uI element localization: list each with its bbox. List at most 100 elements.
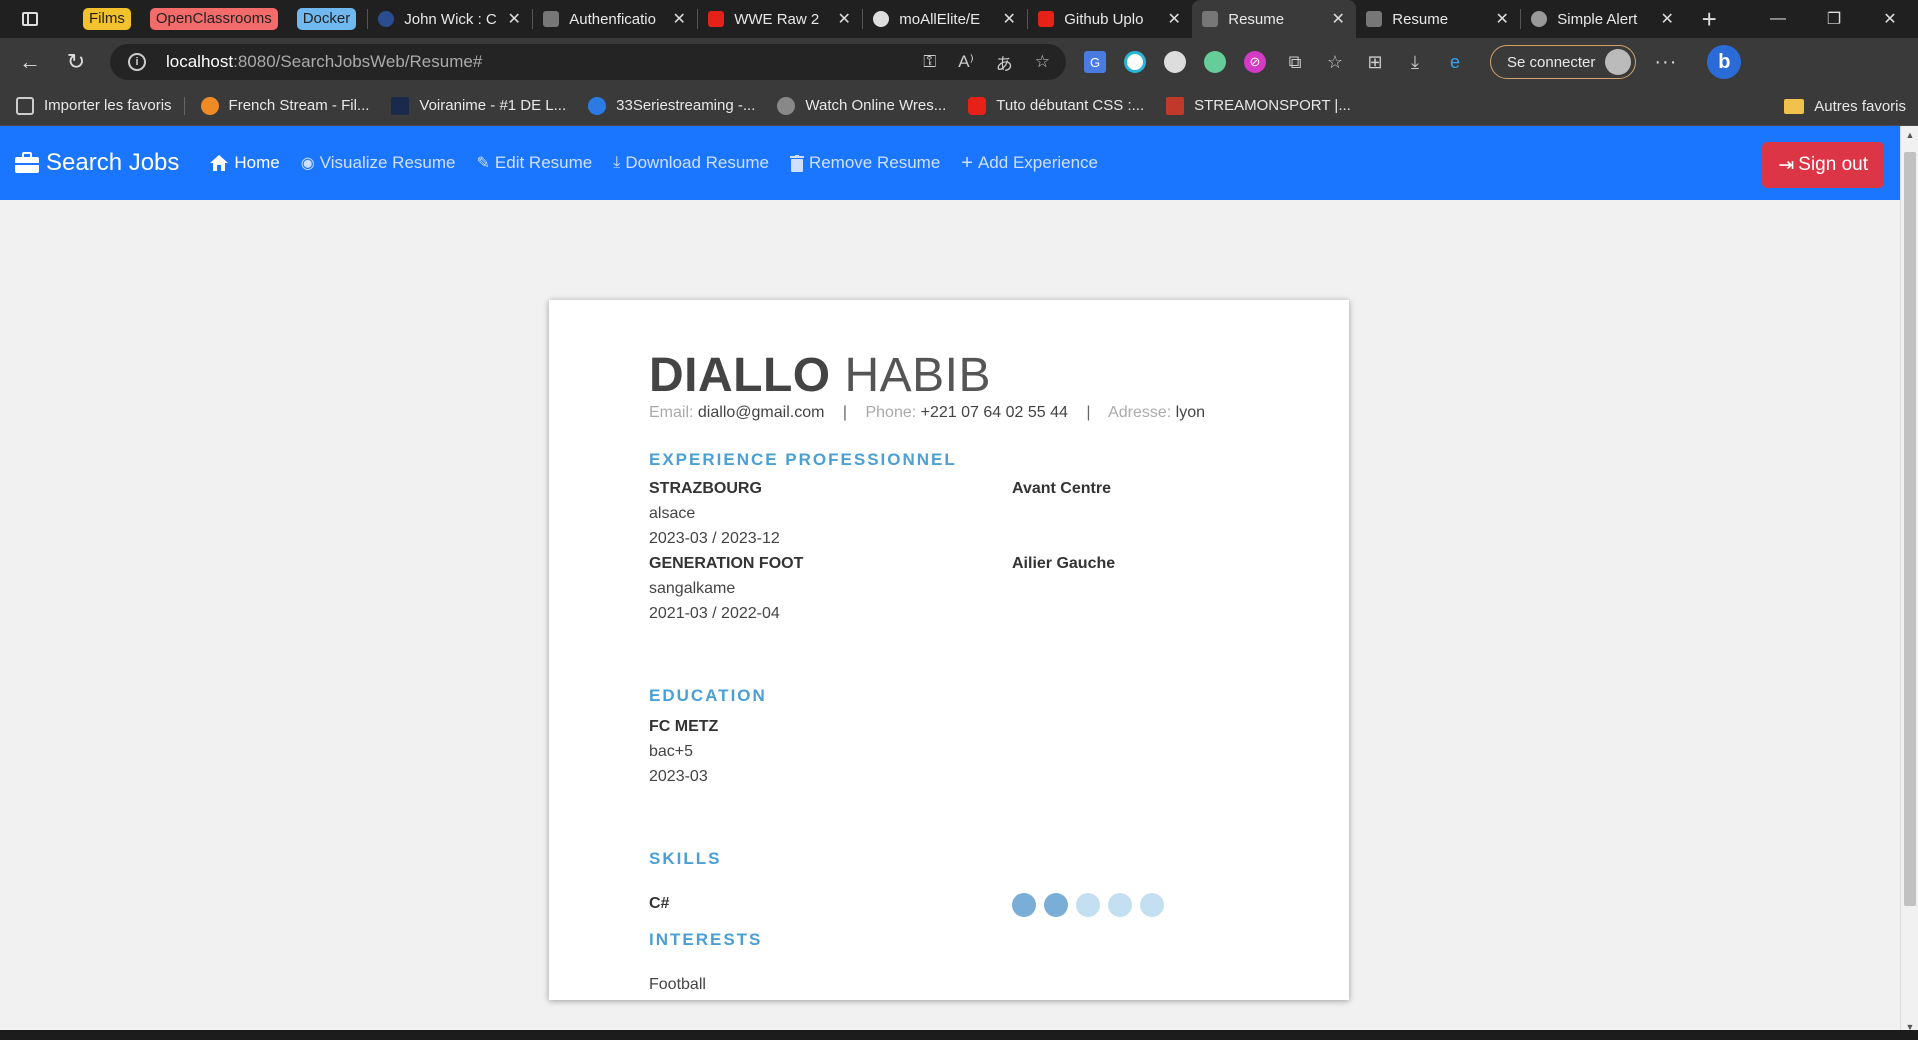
favorite-label: Voiranime - #1 DE L... xyxy=(419,97,567,114)
block-extension-icon[interactable]: ⊘ xyxy=(1244,51,1266,73)
sign-in-button[interactable]: Se connecter xyxy=(1490,45,1637,79)
tab-group-docker[interactable]: Docker xyxy=(296,8,357,30)
cube-icon xyxy=(1166,96,1185,115)
read-aloud-icon[interactable]: A⁾ xyxy=(958,52,974,72)
scroll-up-icon[interactable]: ▲ xyxy=(1901,130,1918,140)
nav-add-experience[interactable]: + Add Experience xyxy=(961,152,1098,175)
favorites-icon[interactable]: ☆ xyxy=(1324,51,1346,73)
nav-home[interactable]: Home xyxy=(209,153,280,173)
circle-extension-icon[interactable] xyxy=(1124,51,1146,73)
briefcase-icon xyxy=(15,152,39,173)
favorite-import[interactable]: Importer les favoris xyxy=(16,96,172,115)
ie-mode-icon[interactable]: e xyxy=(1444,51,1466,73)
tab-resume[interactable]: Resume ✕ xyxy=(1356,0,1520,38)
nav-download-resume[interactable]: ⤓ Download Resume xyxy=(613,153,769,173)
url-text[interactable]: localhost:8080/SearchJobsWeb/Resume# xyxy=(166,52,482,72)
address-bar[interactable]: i localhost:8080/SearchJobsWeb/Resume# ⚿… xyxy=(110,44,1066,80)
skills-section-title: SKILLS xyxy=(649,849,722,868)
restore-icon[interactable]: ❐ xyxy=(1806,0,1862,38)
bing-icon[interactable]: b xyxy=(1707,45,1742,79)
eye-icon: ◉ xyxy=(300,155,315,172)
favorite-33seriestreaming[interactable]: 33Seriestreaming -... xyxy=(588,96,756,115)
brand-link[interactable]: Search Jobs xyxy=(14,149,179,177)
plus-icon: + xyxy=(961,151,973,174)
tab-label: Simple Alert xyxy=(1557,10,1638,28)
nav-visualize-label: Visualize Resume xyxy=(319,153,456,172)
tab-label: moAllElite/E xyxy=(899,10,981,28)
youtube-icon xyxy=(968,96,987,115)
experience-role: Ailier Gauche xyxy=(1012,555,1116,572)
scrollbar-thumb[interactable] xyxy=(1904,152,1916,906)
close-window-icon[interactable]: ✕ xyxy=(1862,0,1918,38)
close-tab-icon[interactable]: ✕ xyxy=(667,9,691,29)
experience-dates: 2021-03 / 2022-04 xyxy=(649,605,780,622)
tab-label: Authenficatio xyxy=(569,10,656,28)
brand-label: Search Jobs xyxy=(46,149,180,176)
browser-toolbar: ← ↻ i localhost:8080/SearchJobsWeb/Resum… xyxy=(0,38,1918,86)
tab-actions-button[interactable] xyxy=(12,0,48,38)
tab-simple-alert[interactable]: Simple Alert ✕ xyxy=(1521,0,1685,38)
skill-level-rating xyxy=(1012,893,1164,917)
tab-label: Github Uplo xyxy=(1064,10,1144,28)
more-options-icon[interactable]: ··· xyxy=(1654,51,1677,74)
tab-github[interactable]: moAllElite/E ✕ xyxy=(863,0,1027,38)
favorite-voiranime[interactable]: Voiranime - #1 DE L... xyxy=(391,96,567,115)
experience-location: alsace xyxy=(649,505,696,522)
github-icon xyxy=(873,11,890,27)
site-info-icon[interactable]: i xyxy=(128,53,146,71)
close-tab-icon[interactable]: ✕ xyxy=(1490,9,1514,29)
tab-favicon-icon xyxy=(543,11,560,27)
favorite-label: Importer les favoris xyxy=(44,97,172,114)
palette-extension-icon[interactable] xyxy=(1204,51,1226,73)
tab-resume-active[interactable]: Resume ✕ xyxy=(1192,0,1357,38)
sign-in-label: Se connecter xyxy=(1507,53,1596,71)
trash-icon xyxy=(789,154,804,172)
translate-icon[interactable]: あ xyxy=(996,50,1013,75)
close-tab-icon[interactable]: ✕ xyxy=(502,9,526,29)
other-favorites-label: Autres favoris xyxy=(1814,97,1906,115)
other-favorites[interactable]: Autres favoris xyxy=(1784,86,1906,126)
favorite-french-stream[interactable]: French Stream - Fil... xyxy=(200,96,369,115)
extensions-puzzle-icon[interactable]: ⧉ xyxy=(1284,51,1306,73)
close-tab-icon[interactable]: ✕ xyxy=(832,9,856,29)
address-bar-icons: ⚿ A⁾ あ ☆ xyxy=(923,44,1050,80)
favorite-label: 33Seriestreaming -... xyxy=(616,97,756,114)
downloads-icon[interactable]: ⤓ xyxy=(1404,51,1426,73)
skill-dot-filled xyxy=(1012,893,1036,917)
education-degree: bac+5 xyxy=(649,743,694,760)
tab-group-films[interactable]: Films xyxy=(83,8,131,30)
collections-icon[interactable]: ⊞ xyxy=(1364,51,1386,73)
refresh-icon[interactable]: ↻ xyxy=(54,42,98,82)
favorite-watch-online[interactable]: Watch Online Wres... xyxy=(777,96,946,115)
close-tab-icon[interactable]: ✕ xyxy=(1326,9,1350,29)
close-tab-icon[interactable]: ✕ xyxy=(1162,9,1186,29)
tab-john-wick[interactable]: John Wick : C ✕ xyxy=(368,0,532,38)
key-icon[interactable]: ⚿ xyxy=(923,52,936,72)
close-tab-icon[interactable]: ✕ xyxy=(997,9,1021,29)
favorite-streamonsport[interactable]: STREAMONSPORT |... xyxy=(1166,96,1351,115)
tab-wwe-raw[interactable]: WWE Raw 2 ✕ xyxy=(698,0,862,38)
sign-out-icon: ⇥ xyxy=(1778,154,1795,176)
close-tab-icon[interactable]: ✕ xyxy=(1655,9,1679,29)
add-favorite-icon[interactable]: ☆ xyxy=(1035,52,1050,72)
tab-group-openclassrooms[interactable]: OpenClassrooms xyxy=(149,8,278,30)
nav-visualize-resume[interactable]: ◉ Visualize Resume xyxy=(301,153,456,173)
page-scrollbar[interactable]: ▲ ▼ xyxy=(1900,126,1918,1032)
favorite-tuto-css[interactable]: Tuto débutant CSS :... xyxy=(968,96,1144,115)
minimize-icon[interactable]: — xyxy=(1750,0,1806,38)
email-value: diallo@gmail.com xyxy=(697,404,825,421)
tab-favicon-icon xyxy=(1366,11,1383,27)
tab-label: Resume xyxy=(1228,10,1285,28)
address-label: Adresse: xyxy=(1108,404,1172,421)
new-tab-button[interactable]: + xyxy=(1691,4,1727,35)
record-extension-icon[interactable] xyxy=(1164,51,1186,73)
experience-company: STRAZBOURG xyxy=(649,480,762,497)
nav-remove-resume[interactable]: Remove Resume xyxy=(789,153,940,173)
tab-favicon-icon xyxy=(1531,11,1548,27)
sign-out-button[interactable]: ⇥ Sign out xyxy=(1762,142,1884,188)
translate-extension-icon[interactable]: G xyxy=(1084,51,1106,73)
tab-authentification[interactable]: Authenficatio ✕ xyxy=(533,0,697,38)
nav-edit-resume[interactable]: ✎ Edit Resume xyxy=(477,153,593,173)
tab-github-upload[interactable]: Github Uplo ✕ xyxy=(1028,0,1192,38)
back-icon[interactable]: ← xyxy=(8,42,52,82)
